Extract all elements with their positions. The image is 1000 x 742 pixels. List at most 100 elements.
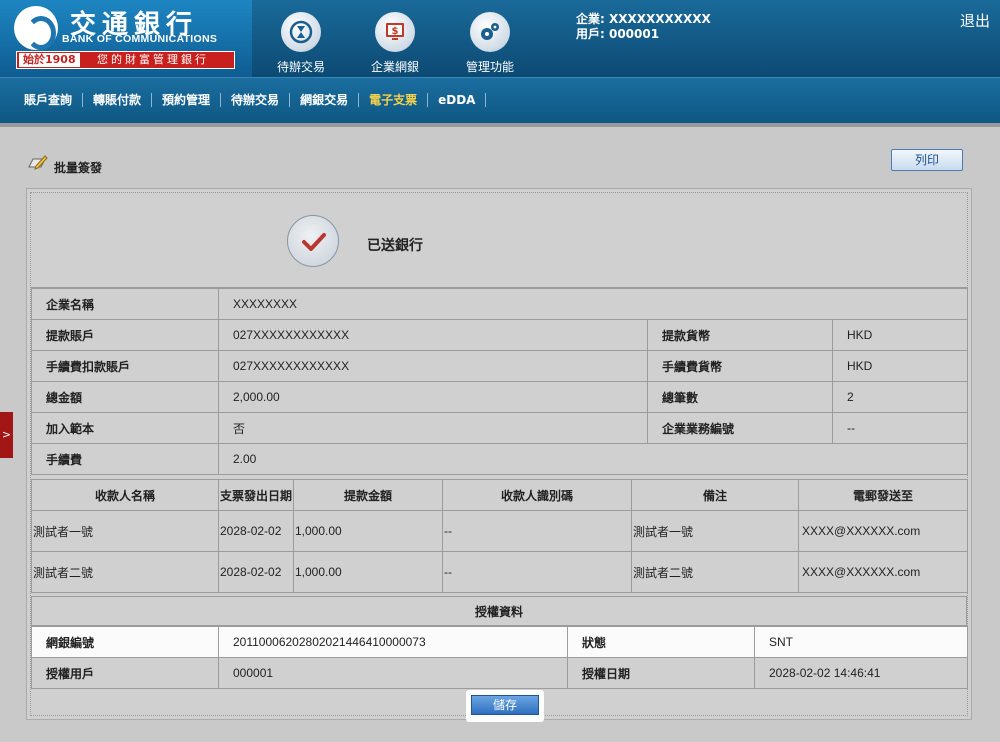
amount: 1,000.00 [293,510,443,552]
topnav-pending-label: 待辦交易 [276,60,325,74]
add-template-label: 加入範本 [31,412,219,444]
auth-table: 網銀編號 20110006202802021446410000073 狀態 SN… [31,626,968,689]
business-no-value: -- [832,412,968,444]
ref-no-value: 20110006202802021446410000073 [218,626,568,658]
user-info: 企業: XXXXXXXXXXX 用戶: 000001 [576,12,711,42]
col-header-amount: 提款金額 [293,479,443,511]
total-amount-label: 總金額 [31,381,219,413]
email: XXXX@XXXXXX.com [798,510,968,552]
company-name-value: XXXXXXXX [218,288,968,320]
email: XXXX@XXXXXX.com [798,551,968,593]
fee-currency-value: HKD [832,350,968,382]
status-value: SNT [754,626,968,658]
fee-account-value: 027XXXXXXXXXXXX [218,350,648,382]
fee-currency-label: 手續費貨幣 [647,350,833,382]
auth-date-value: 2028-02-02 14:46:41 [754,657,968,689]
company-name-label: 企業名稱 [31,288,219,320]
withdraw-currency-label: 提款貨幣 [647,319,833,351]
status-text: 已送銀行 [367,238,423,254]
auth-date-label: 授權日期 [567,657,755,689]
edit-pencil-icon [28,154,48,170]
print-button[interactable]: 列印 [891,149,963,171]
total-amount-value: 2,000.00 [218,381,648,413]
bank-logo[interactable]: 交通銀行 BANK OF COMMUNICATIONS 始於1908 您的財富管… [0,0,252,77]
main-content: 批量簽發 列印 > 已送銀行 企業名稱 XXXXXXXX 提款賬戶 027XXX… [0,123,1000,742]
cheque-info-table: 企業名稱 XXXXXXXX 提款賬戶 027XXXXXXXXXXXX 提款貨幣 … [31,288,968,475]
withdraw-account-label: 提款賬戶 [31,319,219,351]
fee-value: 2.00 [218,443,968,475]
topnav-pending[interactable]: 待辦交易 [266,12,336,75]
topnav-admin[interactable]: 管理功能 [455,12,525,75]
topnav-corporate-label: 企業網銀 [370,60,419,74]
col-header-payee-id: 收款人識別碼 [442,479,632,511]
subnav-echeque[interactable]: 電子支票 [359,93,429,107]
amount: 1,000.00 [293,551,443,593]
auth-user-label: 授權用戶 [31,657,219,689]
issue-date: 2028-02-02 [218,551,294,593]
info-row: 總金額 2,000.00 總筆數 2 [31,381,968,413]
auth-user-value: 000001 [218,657,568,689]
business-no-label: 企業業務編號 [647,412,833,444]
logo-slogan: 您的財富管理銀行 [97,53,209,66]
payee-id: -- [442,551,632,593]
page-title-row: 批量簽發 [26,147,102,176]
remarks: 測試者一號 [631,510,799,552]
page-title: 批量簽發 [54,161,103,175]
result-panel: 已送銀行 企業名稱 XXXXXXXX 提款賬戶 027XXXXXXXXXXXX … [26,188,972,722]
withdraw-currency-value: HKD [832,319,968,351]
add-template-value: 否 [218,412,648,444]
withdraw-account-value: 027XXXXXXXXXXXX [218,319,648,351]
payee-table: 收款人名稱 支票發出日期 提款金額 收款人識別碼 備注 電郵發送至 測試者一號 … [31,479,968,593]
col-header-email: 電郵發送至 [798,479,968,511]
fee-label: 手續費 [31,443,219,475]
info-row: 手續費扣款賬戶 027XXXXXXXXXXXX 手續費貨幣 HKD [31,350,968,382]
side-expand-tab[interactable]: > [0,412,13,458]
svg-text:$: $ [392,26,399,37]
status-area: 已送銀行 [31,193,967,288]
payee-header-row: 收款人名稱 支票發出日期 提款金額 收款人識別碼 備注 電郵發送至 [31,479,968,511]
col-header-issue-date: 支票發出日期 [218,479,294,511]
subnav-scheduled[interactable]: 預約管理 [152,93,222,107]
topnav-admin-label: 管理功能 [465,60,514,74]
logo-since: 始於1908 [19,53,80,67]
info-row: 企業名稱 XXXXXXXX [31,288,968,320]
subnav-online-transactions[interactable]: 網銀交易 [290,93,360,107]
total-count-label: 總筆數 [647,381,833,413]
checkmark-icon [287,215,339,267]
gears-icon [470,12,510,52]
sub-navigation: 賬戶查詢 轉賬付款 預約管理 待辦交易 網銀交易 電子支票 eDDA [0,77,1000,123]
fee-account-label: 手續費扣款賬戶 [31,350,219,382]
payee-name: 測試者二號 [31,551,219,593]
info-row: 提款賬戶 027XXXXXXXXXXXX 提款貨幣 HKD [31,319,968,351]
payee-name: 測試者一號 [31,510,219,552]
header: 交通銀行 BANK OF COMMUNICATIONS 始於1908 您的財富管… [0,0,1000,77]
table-row: 測試者二號 2028-02-02 1,000.00 -- 測試者二號 XXXX@… [31,551,968,593]
subnav-account-inquiry[interactable]: 賬戶查詢 [14,93,84,107]
bank-emblem-icon [14,6,58,50]
save-button[interactable]: 儲存 [471,695,539,715]
logout-button[interactable]: 退出 [960,10,990,31]
remarks: 測試者二號 [631,551,799,593]
logo-strip: 始於1908 您的財富管理銀行 [16,51,235,69]
topnav-corporate[interactable]: $ 企業網銀 [360,12,430,75]
logo-name-en: BANK OF COMMUNICATIONS [62,33,218,45]
user-id-label: 用戶: 000001 [576,27,660,41]
ref-no-label: 網銀編號 [31,626,219,658]
auth-row: 網銀編號 20110006202802021446410000073 狀態 SN… [31,626,968,658]
subnav-transfer[interactable]: 轉賬付款 [83,93,153,107]
status-label: 狀態 [567,626,755,658]
issue-date: 2028-02-02 [218,510,294,552]
hourglass-icon [281,12,321,52]
save-button-wrap: 儲存 [466,690,544,722]
monitor-dollar-icon: $ [375,12,415,52]
payee-id: -- [442,510,632,552]
table-row: 測試者一號 2028-02-02 1,000.00 -- 測試者一號 XXXX@… [31,510,968,552]
subnav-pending[interactable]: 待辦交易 [221,93,291,107]
info-row: 手續費 2.00 [31,443,968,475]
auth-section-title: 授權資料 [31,596,967,626]
col-header-remarks: 備注 [631,479,799,511]
auth-row: 授權用戶 000001 授權日期 2028-02-02 14:46:41 [31,657,968,689]
company-label: 企業: XXXXXXXXXXX [576,12,711,26]
subnav-edda[interactable]: eDDA [428,93,487,107]
col-header-payee-name: 收款人名稱 [31,479,219,511]
